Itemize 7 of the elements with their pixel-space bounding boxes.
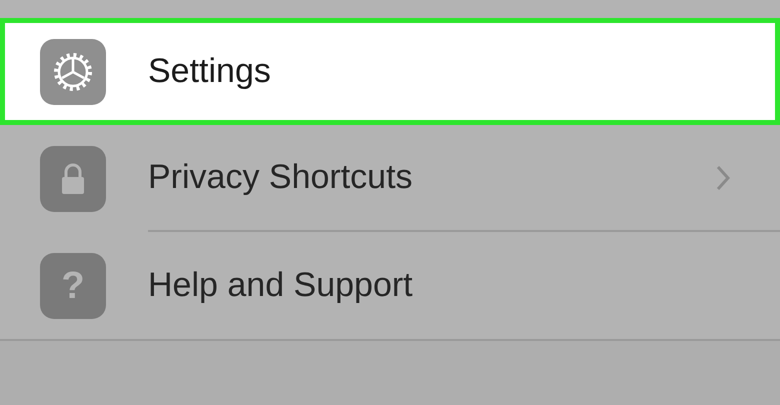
gear-icon <box>40 38 106 104</box>
item-label: Help and Support <box>148 265 414 306</box>
lock-icon <box>40 146 106 212</box>
help-icon: ? <box>40 252 106 318</box>
menu-item[interactable]: Settings <box>0 18 780 125</box>
item-label: Privacy Shortcuts <box>148 157 414 198</box>
item-label: Settings <box>148 51 272 92</box>
